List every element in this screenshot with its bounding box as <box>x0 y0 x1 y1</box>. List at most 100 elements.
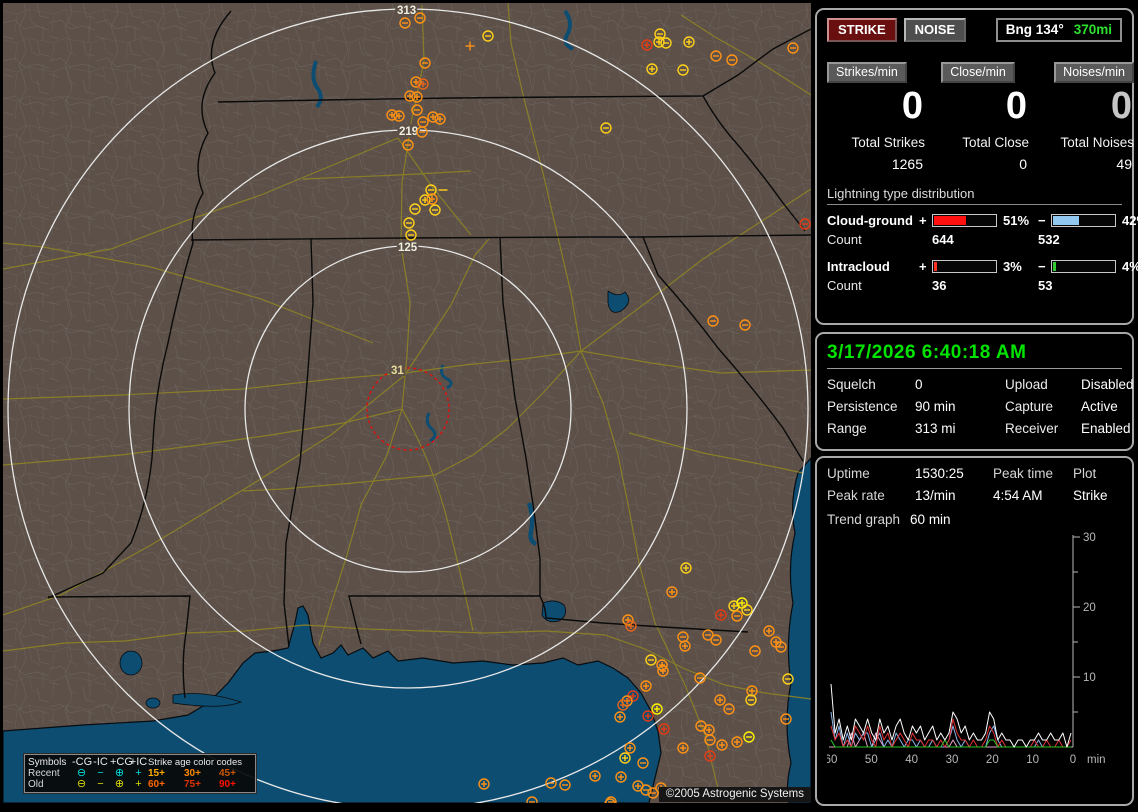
cloud-ground-label: Cloud-ground <box>827 213 913 228</box>
plot-label: Plot <box>1073 466 1097 481</box>
trend-box: Uptime 1530:25 Peak time Plot Peak rate … <box>815 456 1134 806</box>
svg-text:30: 30 <box>946 754 959 766</box>
squelch-label: Squelch <box>827 377 876 392</box>
svg-text:0: 0 <box>1070 754 1076 766</box>
counters-box: STRIKE NOISE Bng 134° 370mi Strikes/min 0… <box>815 8 1138 325</box>
copyright-notice: ©2005 Astrogenic Systems <box>658 787 811 802</box>
persistence-value: 90 min <box>915 399 956 414</box>
svg-text:31: 31 <box>391 365 404 377</box>
pos-cg-icon: ⊕ <box>114 778 125 790</box>
ic-count-label: Count <box>827 278 862 293</box>
total-strikes-label: Total Strikes <box>851 135 925 150</box>
strikes-per-min-button[interactable]: Strikes/min <box>827 62 907 83</box>
bearing-display: Bng 134° 370mi <box>995 18 1122 42</box>
trend-graph: 10 20 30 60 50 40 30 20 10 0 min <box>827 532 1106 766</box>
legend-age-title: Strike age color codes <box>148 757 242 768</box>
strike-age-code: 15+ <box>148 768 165 779</box>
receiver-status: Enabled <box>1081 421 1131 436</box>
neg-cg-icon: ⊖ <box>76 778 87 790</box>
ic-positive-bar <box>932 260 997 273</box>
strikes-per-min-column: Strikes/min 0 Total Strikes 1265 <box>827 62 925 172</box>
svg-text:20: 20 <box>1083 602 1096 614</box>
uptime-label: Uptime <box>827 466 870 481</box>
noise-toggle-button[interactable]: NOISE <box>903 18 967 42</box>
svg-text:50: 50 <box>865 754 878 766</box>
noises-per-min-column: Noises/min 0 Total Noises 49 <box>1031 62 1134 172</box>
total-strikes-value: 1265 <box>891 156 923 172</box>
minus-sign: − <box>1038 213 1046 228</box>
trend-graph-label: Trend graph <box>827 512 901 527</box>
svg-text:10: 10 <box>1083 672 1096 684</box>
upload-label: Upload <box>1005 377 1048 392</box>
plus-sign: + <box>919 259 927 274</box>
svg-text:20: 20 <box>986 754 999 766</box>
plot-mode-value: Strike <box>1073 488 1108 503</box>
distribution-title: Lightning type distribution <box>827 186 975 201</box>
minus-sign: − <box>1038 259 1046 274</box>
strike-toggle-button[interactable]: STRIKE <box>827 18 897 42</box>
range-label: Range <box>827 421 867 436</box>
svg-text:min: min <box>1087 754 1106 766</box>
date-time-display: 3/17/2026 6:40:18 AM <box>827 342 1027 363</box>
total-close-label: Total Close <box>962 135 1029 150</box>
ic-negative-bar <box>1051 260 1116 273</box>
cg-count-label: Count <box>827 232 862 247</box>
ic-positive-pct: 3% <box>1003 259 1022 274</box>
trend-series-noise <box>831 732 1071 748</box>
svg-text:313: 313 <box>397 5 416 17</box>
squelch-value: 0 <box>915 377 923 392</box>
telemetry-panel: STRIKE NOISE Bng 134° 370mi Strikes/min 0… <box>812 0 1138 812</box>
noises-per-min-value: 0 <box>1110 85 1132 127</box>
peak-time-label: Peak time <box>993 466 1054 481</box>
lightning-map[interactable]: 313 219 125 31 Symbols -CG -IC +CG +IC S… <box>3 3 811 803</box>
peak-rate-value: 13/min <box>915 488 956 503</box>
svg-text:125: 125 <box>398 242 418 254</box>
legend-row-label: Old <box>28 779 44 790</box>
noises-per-min-button[interactable]: Noises/min <box>1054 62 1134 83</box>
map-canvas: 313 219 125 31 <box>3 3 811 803</box>
range-value: 313 mi <box>915 421 956 436</box>
close-per-min-button[interactable]: Close/min <box>941 62 1015 83</box>
ic-negative-pct: 4% <box>1122 259 1138 274</box>
svg-text:30: 30 <box>1083 532 1096 544</box>
svg-text:40: 40 <box>905 754 918 766</box>
capture-label: Capture <box>1005 399 1054 414</box>
strike-age-code: 60+ <box>148 779 165 790</box>
lightning-distribution-section: Lightning type distribution Cloud-ground… <box>827 186 1138 293</box>
cg-positive-count: 644 <box>932 232 954 247</box>
legend-row-label: Recent <box>28 768 60 779</box>
bearing-range: 370mi <box>1073 22 1112 37</box>
strike-age-code: 75+ <box>184 779 201 790</box>
ic-negative-count: 53 <box>1038 278 1053 293</box>
upload-status: Disabled <box>1081 377 1134 392</box>
cg-negative-pct: 42% <box>1122 213 1138 228</box>
cg-positive-bar <box>932 214 997 227</box>
uptime-value: 1530:25 <box>915 466 964 481</box>
trend-series-total-strikes <box>830 683 1072 748</box>
neg-ic-icon: − <box>97 778 104 790</box>
cg-negative-count: 532 <box>1038 232 1060 247</box>
strike-age-code: 90+ <box>219 779 236 790</box>
strike-age-code: 30+ <box>184 768 201 779</box>
capture-status: Active <box>1081 399 1118 414</box>
total-noises-value: 49 <box>1116 156 1132 172</box>
intracloud-label: Intracloud <box>827 259 890 274</box>
trend-graph-value: 60 min <box>910 512 951 527</box>
receiver-label: Receiver <box>1005 421 1059 436</box>
cg-positive-pct: 51% <box>1003 213 1030 228</box>
svg-text:10: 10 <box>1026 754 1039 766</box>
close-per-min-column: Close/min 0 Total Close 0 <box>927 62 1029 172</box>
legend-row: Old ⊖ − ⊕ +60+ 75+ 90+ <box>28 778 252 791</box>
peak-time-value: 4:54 AM <box>993 488 1043 503</box>
app-window: 313 219 125 31 Symbols -CG -IC +CG +IC S… <box>0 0 1138 812</box>
cg-negative-bar <box>1051 214 1116 227</box>
peak-rate-label: Peak rate <box>827 488 885 503</box>
strike-age-code: 45+ <box>219 768 236 779</box>
map-legend: Symbols -CG -IC +CG +IC Strike age color… <box>23 753 257 794</box>
svg-text:219: 219 <box>399 126 418 138</box>
total-close-value: 0 <box>1019 156 1027 172</box>
close-per-min-value: 0 <box>1005 85 1027 127</box>
status-box: 3/17/2026 6:40:18 AM Squelch 0 Upload Di… <box>815 332 1134 451</box>
persistence-label: Persistence <box>827 399 898 414</box>
total-noises-label: Total Noises <box>1060 135 1134 150</box>
